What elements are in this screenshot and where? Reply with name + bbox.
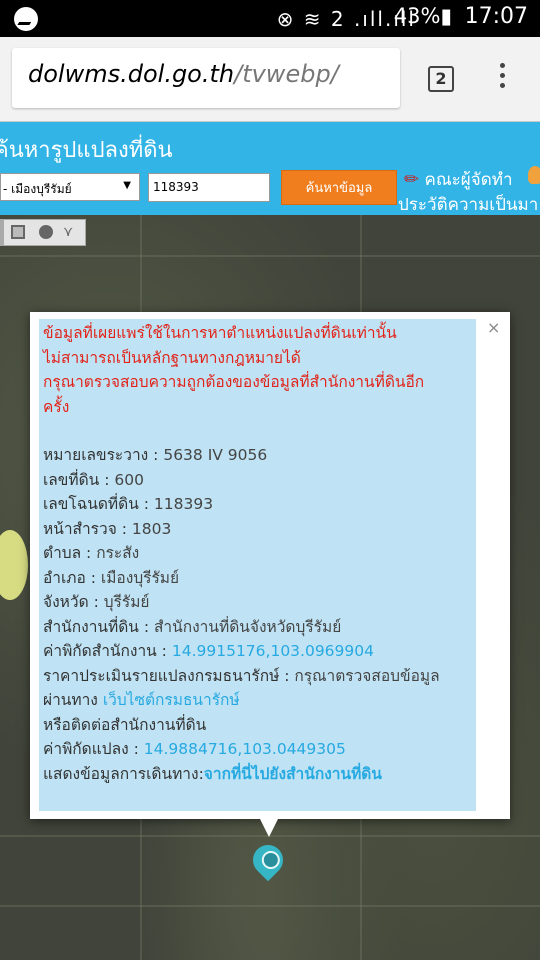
field-value: เมืองบุรีรัมย์: [100, 568, 180, 587]
url-host: dolwms.dol.go.th: [28, 60, 235, 88]
rectangle-tool-icon[interactable]: [11, 225, 25, 239]
team-link[interactable]: ✏ คณะผู้จัดทำ: [404, 166, 513, 193]
field-land-number: เลขที่ดิน : 600: [43, 468, 476, 493]
field-label: หน้าสำรวจ :: [43, 519, 132, 538]
field-label: อำเภอ :: [43, 568, 101, 587]
field-value: กรุณาตรวจสอบข้อมูล: [294, 666, 440, 685]
field-parcel-coordinates: ค่าพิกัดแปลง : 14.9884716,103.0449305: [43, 737, 476, 762]
field-subdistrict: ตำบล : กระสัง: [43, 541, 476, 566]
district-select[interactable]: - เมืองบุรีรัมย์ ▼: [0, 173, 140, 201]
dropdown-arrow-icon: ▼: [123, 180, 131, 191]
team-link-label: คณะผู้จัดทำ: [424, 170, 513, 190]
route-link[interactable]: จากที่นี่ไปยังสำนักงานที่ดิน: [204, 765, 382, 783]
toolbar-divider: [1, 220, 4, 245]
address-bar[interactable]: dolwms.dol.go.th/tvwebp/: [12, 48, 400, 108]
close-icon[interactable]: ×: [487, 318, 500, 337]
field-value: 1803: [131, 519, 172, 538]
field-label: เลขโฉนดที่ดิน :: [43, 495, 154, 513]
field-label: ค่าพิกัดแปลง :: [43, 740, 144, 758]
field-label: ค่าพิกัดสำนักงาน :: [43, 642, 172, 660]
polyline-tool-icon[interactable]: ⋎: [63, 225, 77, 239]
circle-tool-icon[interactable]: [39, 225, 53, 239]
district-select-value: - เมืองบุรีรัมย์: [3, 182, 72, 196]
field-value: 118393: [153, 495, 214, 513]
field-via: ผ่านทาง เว็บไซต์กรมธนารักษ์: [43, 688, 476, 713]
treasury-website-link[interactable]: เว็บไซต์กรมธนารักษ์: [103, 691, 240, 709]
field-value: 600: [114, 470, 144, 489]
field-boundary: [0, 255, 540, 257]
warning-line: ข้อมูลที่เผยแพร่ใช้ในการหาตำแหน่งแปลงที่…: [43, 324, 397, 342]
warning-line: ครั้ง: [43, 397, 70, 416]
status-bar: ⊗ ≋ 2 .ıll.ıll 43%▮ 17:07: [0, 0, 540, 37]
field-value: 5638 IV 9056: [163, 446, 268, 464]
battery-indicator: 43%▮: [393, 4, 452, 28]
field-value: บุรีรัมย์: [103, 593, 150, 611]
clock: 17:07: [464, 4, 528, 29]
field-label: ราคาประเมินรายแปลงกรมธนารักษ์ :: [43, 666, 295, 685]
search-button[interactable]: ค้นหาข้อมูล: [281, 170, 397, 205]
person-icon: [528, 166, 540, 184]
browser-toolbar: dolwms.dol.go.th/tvwebp/ 2: [0, 37, 540, 122]
field-value: กระสัง: [96, 544, 140, 562]
history-link[interactable]: ประวัติความเป็นมา: [398, 191, 538, 218]
map-draw-toolbar: ⋎: [0, 219, 86, 246]
field-boundary: [0, 905, 540, 907]
field-appraisal-price: ราคาประเมินรายแปลงกรมธนารักษ์ : กรุณาตรว…: [43, 664, 476, 689]
pond: [0, 530, 28, 600]
overflow-menu-icon[interactable]: [495, 61, 509, 93]
field-label: ตำบล :: [43, 544, 97, 562]
tab-switcher-button[interactable]: 2: [428, 66, 454, 92]
field-route: แสดงข้อมูลการเดินทาง:จากที่นี่ไปยังสำนัก…: [43, 762, 476, 787]
field-survey-page: หน้าสำรวจ : 1803: [43, 517, 476, 542]
warning-line: กรุณาตรวจสอบความถูกต้องของข้อมูลที่สำนัก…: [43, 373, 425, 391]
field-label: แสดงข้อมูลการเดินทาง:: [43, 764, 204, 783]
office-coordinates-link[interactable]: 14.9915176,103.0969904: [172, 642, 374, 660]
field-label: เลขที่ดิน :: [43, 470, 115, 489]
popup-pointer: [259, 817, 279, 837]
url-path: /tvwebp/: [234, 60, 339, 88]
field-map-sheet: หมายเลขระวาง : 5638 IV 9056: [43, 443, 476, 468]
field-land-office: สำนักงานที่ดิน : สำนักงานที่ดินจังหวัดบุ…: [43, 615, 476, 640]
messenger-icon: [14, 7, 38, 31]
pencil-icon: ✏: [404, 169, 420, 190]
page-title: ค้นหารูปแปลงที่ดิน: [0, 138, 173, 163]
deed-number-input[interactable]: 118393: [148, 173, 270, 202]
warning-line: ไม่สามารถเป็นหลักฐานทางกฎหมายได้: [43, 348, 301, 367]
field-label: ผ่านทาง: [43, 691, 103, 709]
field-district: อำเภอ : เมืองบุรีรัมย์: [43, 566, 476, 591]
field-label: จังหวัด :: [43, 593, 104, 611]
field-label: สำนักงานที่ดิน :: [43, 617, 154, 636]
parcel-coordinates-link[interactable]: 14.9884716,103.0449305: [144, 740, 346, 758]
field-office-coordinates: ค่าพิกัดสำนักงาน : 14.9915176,103.096990…: [43, 639, 476, 664]
field-label: หมายเลขระวาง :: [43, 446, 164, 464]
field-value: สำนักงานที่ดินจังหวัดบุรีรัมย์: [153, 617, 342, 636]
contact-office-text: หรือติดต่อสำนักงานที่ดิน: [43, 715, 207, 734]
field-deed-number: เลขโฉนดที่ดิน : 118393: [43, 492, 476, 517]
field-province: จังหวัด : บุรีรัมย์: [43, 590, 476, 615]
popup-content: ข้อมูลที่เผยแพร่ใช้ในการหาตำแหน่งแปลงที่…: [39, 319, 476, 811]
